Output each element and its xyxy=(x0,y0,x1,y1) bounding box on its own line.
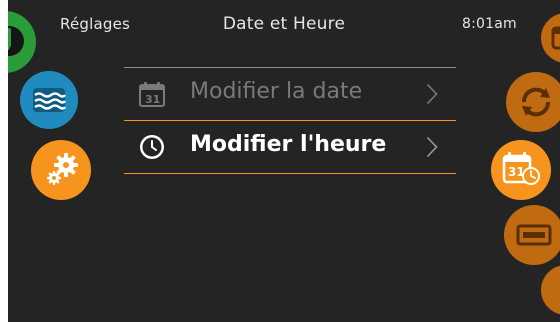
nav-recycle-button[interactable] xyxy=(506,72,560,132)
nav-music-button[interactable] xyxy=(8,11,36,73)
menu-item-modify-time[interactable]: Modifier l'heure xyxy=(124,120,456,172)
circle-button-icon xyxy=(541,265,560,315)
nav-display-button[interactable] xyxy=(504,205,560,265)
calendar-day-number: 31 xyxy=(508,165,525,179)
nav-settings-button[interactable] xyxy=(31,140,91,200)
water-waves-icon xyxy=(33,88,66,112)
menu-item-label: Modifier la date xyxy=(190,79,363,104)
menu-divider xyxy=(124,67,456,68)
menu-divider-selected xyxy=(124,173,456,174)
recycle-icon xyxy=(521,87,551,117)
clock-icon xyxy=(140,135,164,159)
nav-extra-button[interactable] xyxy=(541,265,560,315)
gears-icon xyxy=(47,153,78,185)
nav-calendar-button[interactable] xyxy=(541,13,560,63)
menu-item-modify-date[interactable]: 31 Modifier la date xyxy=(124,67,456,119)
chevron-right-icon xyxy=(426,136,438,158)
clock-time: 8:01am xyxy=(462,16,517,32)
calendar-icon xyxy=(551,26,560,50)
screen: Réglages Date et Heure 8:01am 31 31 Modi… xyxy=(0,0,560,322)
nav-date-time-button[interactable]: 31 xyxy=(491,140,551,200)
nav-water-button[interactable] xyxy=(20,71,78,129)
menu-divider-selected xyxy=(124,120,456,121)
display-icon xyxy=(516,224,552,246)
chevron-right-icon xyxy=(426,83,438,105)
music-icon xyxy=(8,26,24,56)
main-panel: Réglages Date et Heure 8:01am 31 31 Modi… xyxy=(8,0,560,322)
calendar-day-number: 31 xyxy=(145,93,161,106)
menu-item-label: Modifier l'heure xyxy=(190,132,387,157)
